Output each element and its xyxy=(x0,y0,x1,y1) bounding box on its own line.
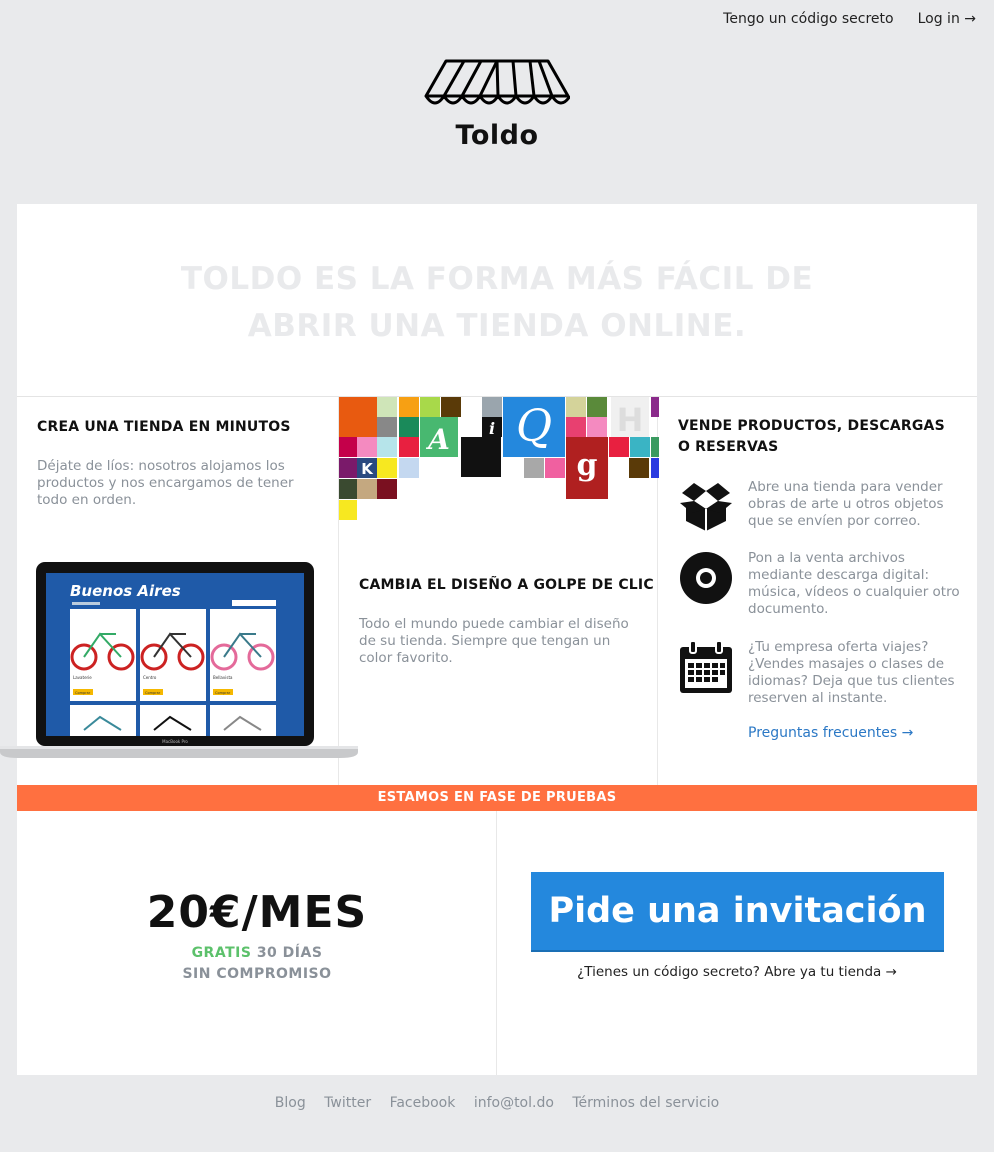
footer-email-link[interactable]: info@tol.do xyxy=(474,1095,554,1111)
mosaic-letter-i: i xyxy=(489,419,495,438)
pricing: 20€/MES GRATIS 30 DÍAS SIN COMPROMISO Pi… xyxy=(17,811,977,1075)
laptop-buy-button-2: Comprar xyxy=(145,691,161,695)
footer-blog-link[interactable]: Blog xyxy=(275,1095,306,1111)
mosaic-letter-g: g xyxy=(577,448,598,483)
footer: Blog Twitter Facebook info@tol.do Términ… xyxy=(0,1095,994,1111)
commitment-label: SIN COMPROMISO xyxy=(182,966,332,982)
laptop-product-2: Centro xyxy=(143,675,157,680)
hero-headline: TOLDO ES LA FORMA MÁS FÁCIL DE ABRIR UNA… xyxy=(17,256,977,350)
mosaic-letter-q: Q xyxy=(516,401,552,452)
login-link[interactable]: Log in → xyxy=(918,11,976,27)
disc-icon xyxy=(680,552,732,604)
footer-terms-link[interactable]: Términos del servicio xyxy=(572,1095,719,1111)
feature-design-text: Todo el mundo puede cambiar el diseño de… xyxy=(359,616,629,666)
mosaic-letter-h: H xyxy=(617,401,644,439)
laptop-illustration: Buenos Aires Lavaterie Centro Bellavista… xyxy=(0,562,358,758)
laptop-product-1: Lavaterie xyxy=(73,675,92,680)
feature-sell-title: VENDE PRODUCTOS, DESCARGAS O RESERVAS xyxy=(678,418,945,455)
color-mosaic: A i Q H K g xyxy=(339,397,659,520)
laptop-product-3: Bellavista xyxy=(213,675,233,680)
hero-line-2: ABRIR UNA TIENDA ONLINE. xyxy=(247,308,747,344)
mosaic-letter-a: A xyxy=(425,423,450,456)
price-label: 20€/MES xyxy=(146,887,368,938)
calendar-icon xyxy=(680,640,732,693)
laptop-buy-button-3: Comprar xyxy=(215,691,231,695)
feature-sell: VENDE PRODUCTOS, DESCARGAS O RESERVAS Ab… xyxy=(658,397,977,785)
brand-name: Toldo xyxy=(455,120,539,151)
request-invite-button[interactable]: Pide una invitación xyxy=(531,872,944,950)
laptop-store-title: Buenos Aires xyxy=(70,582,181,600)
box-icon xyxy=(680,483,732,531)
feature-create-title: CREA UNA TIENDA EN MINUTOS xyxy=(37,419,291,435)
feature-design: A i Q H K g CAMBIA EL DISEÑO A GOLPE DE … xyxy=(338,397,659,785)
sell-digital-text: Pon a la venta archivos mediante descarg… xyxy=(748,550,960,617)
invite-panel: Pide una invitación ¿Tienes un código se… xyxy=(497,811,977,1075)
hero-line-1: TOLDO ES LA FORMA MÁS FÁCIL DE xyxy=(180,261,814,297)
awning-icon xyxy=(424,59,570,105)
mosaic-letter-k: K xyxy=(361,460,374,478)
faq-link[interactable]: Preguntas frecuentes → xyxy=(748,725,913,741)
feature-create-text: Déjate de líos: nosotros alojamos los pr… xyxy=(37,458,294,508)
price-panel: 20€/MES GRATIS 30 DÍAS SIN COMPROMISO xyxy=(17,811,497,1075)
top-nav: Tengo un código secreto Log in → xyxy=(723,11,976,27)
logo[interactable]: Toldo xyxy=(0,58,994,151)
beta-banner: ESTAMOS EN FASE DE PRUEBAS xyxy=(17,785,977,811)
hero: TOLDO ES LA FORMA MÁS FÁCIL DE ABRIR UNA… xyxy=(17,204,977,397)
footer-facebook-link[interactable]: Facebook xyxy=(390,1095,456,1111)
trial-info: GRATIS 30 DÍAS SIN COMPROMISO xyxy=(17,943,497,985)
sell-physical-text: Abre una tienda para vender obras de art… xyxy=(748,479,944,529)
laptop-buy-button-1: Comprar xyxy=(75,691,91,695)
secret-code-link[interactable]: Tengo un código secreto xyxy=(723,11,893,27)
sell-booking-text: ¿Tu empresa oferta viajes? ¿Vendes masaj… xyxy=(748,639,955,706)
footer-twitter-link[interactable]: Twitter xyxy=(324,1095,371,1111)
feature-design-title: CAMBIA EL DISEÑO A GOLPE DE CLIC xyxy=(359,577,654,593)
secret-code-open-link[interactable]: ¿Tienes un código secreto? Abre ya tu ti… xyxy=(497,964,977,980)
free-label: GRATIS xyxy=(191,945,252,961)
days-label: 30 DÍAS xyxy=(256,945,323,961)
laptop-brand-label: MacBook Pro xyxy=(162,739,188,744)
